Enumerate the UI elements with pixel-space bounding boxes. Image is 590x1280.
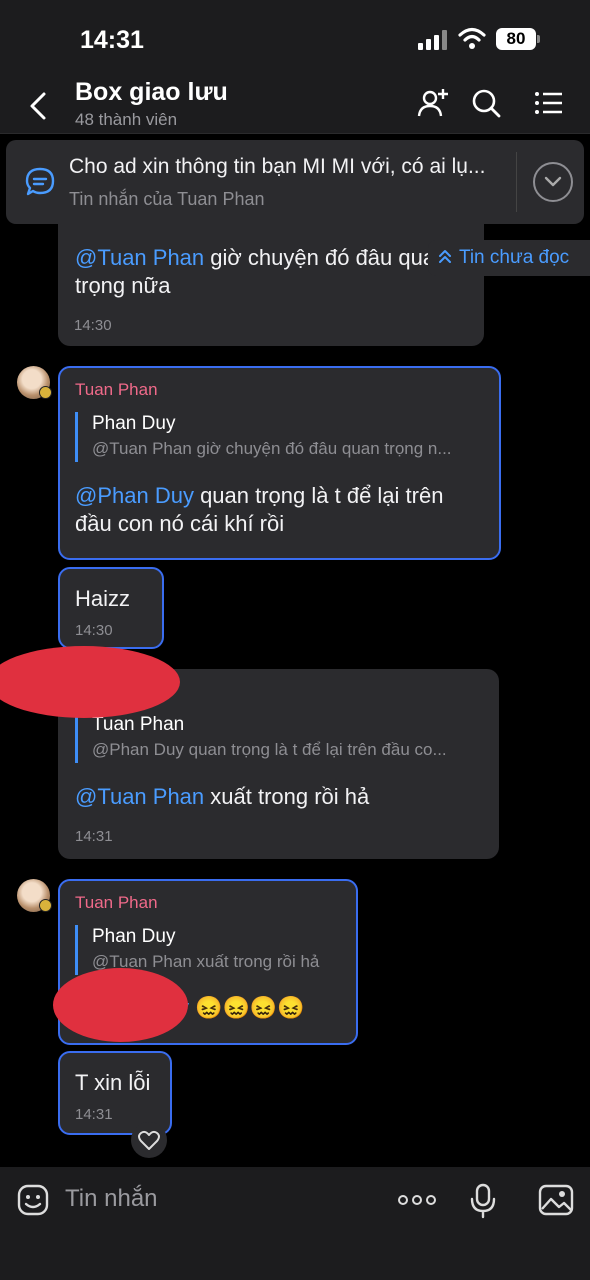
message-text: @Tuan Phan xuất trong rồi hả (75, 783, 495, 811)
message-text: @Tuan Phan giờ chuyện đó đâu quan trọng n… (75, 244, 475, 300)
message-time: 14:30 (74, 317, 112, 334)
message-time: 14:30 (75, 622, 113, 639)
quote-author: Phan Duy (92, 926, 176, 947)
back-icon[interactable] (24, 88, 54, 124)
message-time: 14:31 (75, 1106, 113, 1123)
chat-bubble-icon (25, 167, 55, 196)
chevron-down-icon[interactable] (533, 162, 573, 202)
message-text-part: giờ chuyện đó đâu quan (204, 245, 448, 270)
reply-quote[interactable]: Phan Duy @Tuan Phan giờ chuyện đó đâu qu… (75, 412, 485, 462)
mention-link[interactable]: @Tuan Phan (75, 245, 204, 270)
message-text: T xin lỗi (75, 1070, 151, 1095)
pinned-sub: Tin nhắn của Tuan Phan (69, 189, 265, 209)
image-icon[interactable] (538, 1183, 574, 1217)
quote-text: @Tuan Phan giờ chuyện đó đâu quan trọng … (92, 439, 452, 458)
pinned-message-banner[interactable]: Cho ad xin thông tin bạn MI MI với, có a… (6, 140, 584, 224)
microphone-icon[interactable] (469, 1183, 497, 1219)
avatar[interactable] (17, 879, 52, 912)
mention-link[interactable]: @Phan Duy (75, 483, 194, 508)
message-time: 14:31 (75, 828, 113, 845)
search-icon[interactable] (469, 86, 503, 120)
sender-name[interactable]: Tuan Phan (75, 893, 158, 913)
double-chevron-up-icon (439, 250, 451, 263)
signal-icon (418, 30, 448, 50)
sticker-icon[interactable] (16, 1183, 50, 1217)
message-bubble[interactable]: Haizz 14:30 (58, 567, 164, 649)
chat-header: Box giao lưu 48 thành viên (0, 76, 590, 134)
wifi-icon (458, 27, 486, 49)
mention-link[interactable]: @Tuan Phan (75, 784, 204, 809)
unread-label: Tin chưa đọc (458, 247, 570, 268)
redaction-mark (53, 968, 188, 1042)
emoji-text: 😖😖😖😖 (195, 995, 305, 1020)
reply-quote[interactable]: Tuan Phan @Phan Duy quan trọng là t để l… (75, 713, 485, 763)
message-text: Haizz (75, 586, 131, 611)
avatar[interactable] (17, 366, 52, 399)
more-icon[interactable] (397, 1189, 437, 1211)
message-text-part: trọng nữa (75, 273, 171, 298)
unread-jump-button[interactable]: Tin chưa đọc (428, 240, 590, 276)
status-time: 14:31 (80, 26, 144, 54)
heart-icon[interactable] (131, 1122, 167, 1158)
message-text-part: xuất trong rồi hả (204, 784, 370, 809)
status-bar: 14:31 80 (0, 0, 590, 76)
sender-name[interactable]: Tuan Phan (75, 380, 158, 400)
message-text: @Phan Duy quan trọng là t để lại trên đầu… (75, 482, 495, 538)
group-title[interactable]: Box giao lưu (75, 78, 228, 107)
message-text-part: quan trọng là t để lại trên (193, 483, 444, 508)
battery-tip (537, 35, 540, 43)
member-count: 48 thành viên (75, 110, 178, 129)
message-text: y 😖😖😖😖 (178, 994, 305, 1022)
quote-author: Tuan Phan (92, 714, 185, 735)
add-member-icon[interactable] (416, 86, 450, 120)
message-input[interactable]: Tin nhắn (65, 1185, 158, 1213)
quote-author: Phan Duy (92, 413, 176, 434)
divider (516, 152, 517, 212)
quote-text: @Phan Duy quan trọng là t để lại trên đầ… (92, 740, 447, 759)
message-text-part: đầu con nó cái khí rồi (75, 511, 285, 536)
pinned-text: Cho ad xin thông tin bạn MI MI với, có a… (69, 155, 486, 178)
menu-icon[interactable] (532, 86, 566, 120)
message-bubble[interactable]: Tuan Phan Phan Duy @Tuan Phan giờ chuyện… (58, 366, 501, 560)
battery-icon: 80 (496, 28, 536, 50)
composer-bar: Tin nhắn (0, 1167, 590, 1280)
